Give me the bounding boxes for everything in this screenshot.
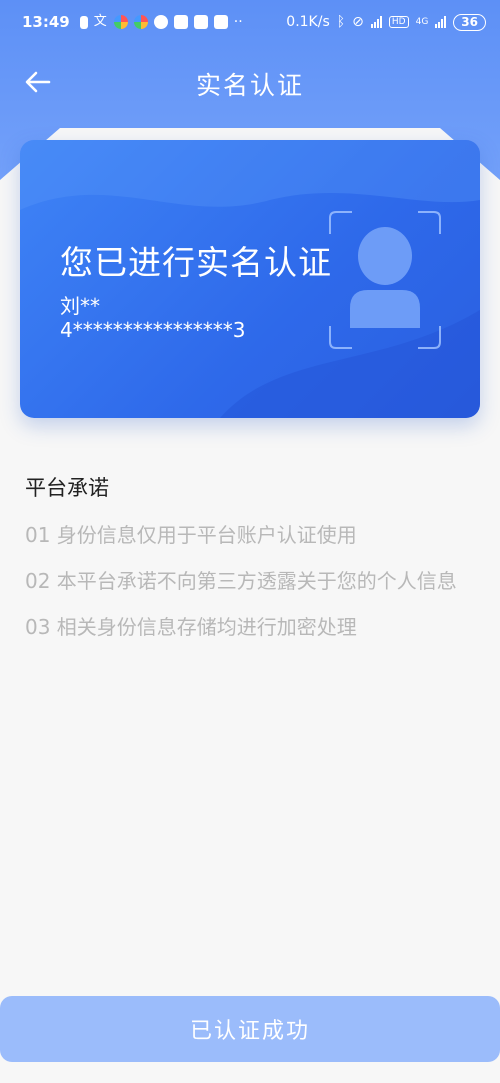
app-notification-icon xyxy=(133,15,148,29)
nav-bar: 实名认证 xyxy=(0,52,500,112)
signal-icon xyxy=(435,16,447,28)
real-name-verification-page: 13:49 文 ·· 0.1K/s ᛒ ⊘ HD 4G 36 实名认证 您已进行… xyxy=(0,0,500,1083)
app-notification-icon xyxy=(193,15,208,29)
app-notification-icon xyxy=(113,15,128,29)
system-icons: 0.1K/s ᛒ ⊘ HD 4G 36 xyxy=(286,13,486,31)
status-time: 13:49 xyxy=(22,13,70,31)
status-bar: 13:49 文 ·· 0.1K/s ᛒ ⊘ HD 4G 36 xyxy=(0,0,500,44)
translate-icon: 文 xyxy=(93,14,107,29)
network-speed: 0.1K/s xyxy=(286,14,330,30)
platform-promise-section: 平台承诺 01 身份信息仅用于平台账户认证使用 02 本平台承诺不向第三方透露关… xyxy=(25,472,500,660)
app-notification-icon xyxy=(173,15,188,29)
download-icon xyxy=(213,15,228,29)
sim-card-icon xyxy=(79,15,88,29)
masked-name: 刘** xyxy=(60,294,100,318)
signal-icon xyxy=(370,16,382,28)
page-title: 实名认证 xyxy=(195,71,304,100)
masked-id-number: 4****************3 xyxy=(60,318,246,342)
promise-item: 02 本平台承诺不向第三方透露关于您的个人信息 xyxy=(25,569,457,593)
verification-card: 您已进行实名认证 刘** 4****************3 xyxy=(20,140,480,418)
promise-item: 01 身份信息仅用于平台账户认证使用 xyxy=(25,523,357,547)
network-type: 4G xyxy=(415,17,429,27)
app-notification-icon xyxy=(153,15,168,29)
hd-badge: HD xyxy=(388,16,409,28)
promise-title: 平台承诺 xyxy=(25,476,109,500)
verified-success-button[interactable]: 已认证成功 xyxy=(0,996,500,1062)
battery-level: 36 xyxy=(453,13,486,31)
alarm-off-icon: ⊘ xyxy=(352,14,364,30)
bluetooth-icon: ᛒ xyxy=(336,14,346,30)
face-id-avatar-icon xyxy=(329,211,441,349)
promise-item: 03 相关身份信息存储均进行加密处理 xyxy=(25,615,357,639)
notification-icons: 文 ·· xyxy=(79,14,243,30)
verified-title: 您已进行实名认证 xyxy=(60,243,332,282)
more-notifications-icon: ·· xyxy=(233,14,243,30)
